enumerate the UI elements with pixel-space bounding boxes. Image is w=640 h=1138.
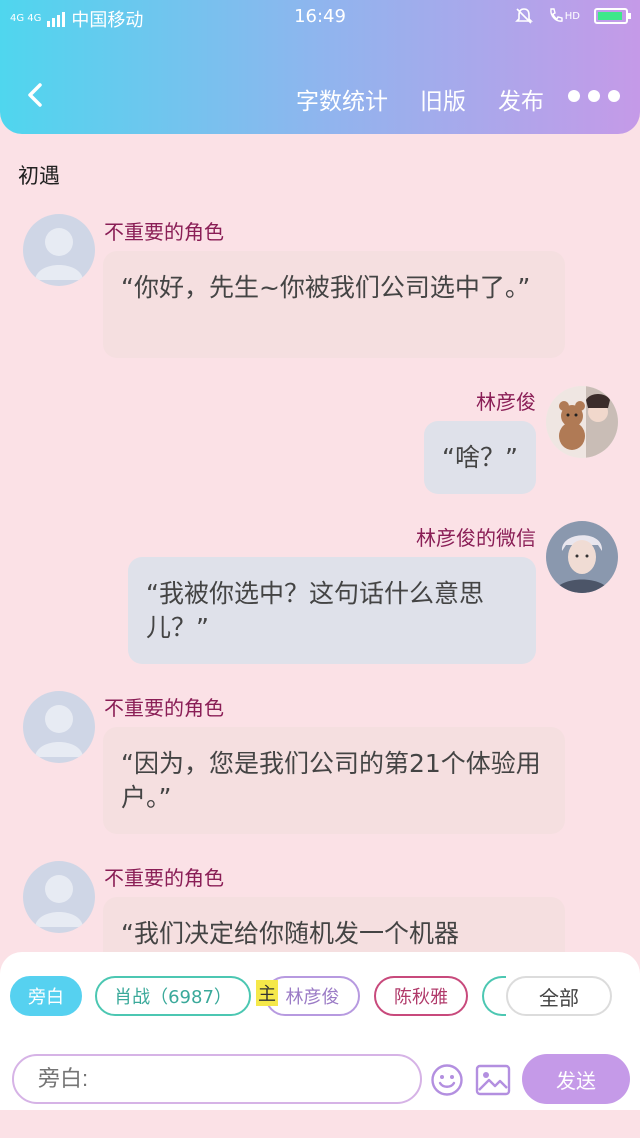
send-button[interactable]: 发送	[522, 1054, 630, 1104]
publish-button[interactable]: 发布	[498, 82, 544, 116]
status-right: HD	[514, 6, 631, 26]
show-all-button[interactable]: 全部	[506, 976, 612, 1016]
word-count-button[interactable]: 字数统计	[296, 82, 388, 116]
sender-name: 林彦俊	[476, 390, 536, 414]
scene-title: 初遇	[18, 164, 60, 188]
message-bubble: “因为，您是我们公司的第21个体验用户。”	[103, 727, 565, 834]
message-bubble: “你好，先生~你被我们公司选中了。”	[103, 251, 565, 358]
emoji-icon[interactable]	[430, 1063, 464, 1097]
character-chip[interactable]: 陈秋雅	[374, 976, 468, 1016]
character-selector: 旁白 肖战（6987） 林彦俊 陈秋雅 全部	[0, 976, 640, 1020]
top-nav: 字数统计 旧版 发布	[0, 70, 640, 124]
hd-label: HD	[564, 10, 580, 22]
status-bar: 4G 4G 中国移动 16:49 HD	[0, 0, 640, 34]
sender-name: 不重要的角色	[104, 866, 224, 890]
teddy-bear-avatar[interactable]	[546, 386, 618, 458]
message-bubble: “啥？”	[424, 421, 536, 494]
default-avatar[interactable]	[23, 691, 95, 763]
character-chip-narration[interactable]: 旁白	[10, 976, 82, 1016]
mute-bell-icon	[514, 8, 533, 24]
person-avatar[interactable]	[546, 521, 618, 593]
character-chip[interactable]: 肖战（6987）	[95, 976, 251, 1016]
image-icon[interactable]	[475, 1064, 511, 1096]
sender-name: 不重要的角色	[104, 220, 224, 244]
character-chip[interactable]: 林彦俊	[265, 976, 360, 1016]
battery-icon	[594, 8, 631, 24]
hd-call-icon: HD	[548, 7, 580, 25]
more-icon[interactable]	[568, 90, 620, 102]
default-avatar[interactable]	[23, 861, 95, 933]
default-avatar[interactable]	[23, 214, 95, 286]
message-bubble: “我被你选中？这句话什么意思儿？”	[128, 557, 536, 664]
old-version-button[interactable]: 旧版	[420, 82, 466, 116]
app-header: 4G 4G 中国移动 16:49 HD 字数统计 旧版 发布	[0, 0, 640, 134]
back-icon[interactable]	[22, 80, 52, 110]
nav-actions: 字数统计 旧版 发布	[296, 82, 544, 116]
main-character-badge: 主	[256, 980, 278, 1006]
message-input[interactable]	[12, 1054, 422, 1104]
character-chip-partial[interactable]	[482, 976, 506, 1016]
sender-name: 林彦俊的微信	[416, 526, 536, 550]
sender-name: 不重要的角色	[104, 696, 224, 720]
